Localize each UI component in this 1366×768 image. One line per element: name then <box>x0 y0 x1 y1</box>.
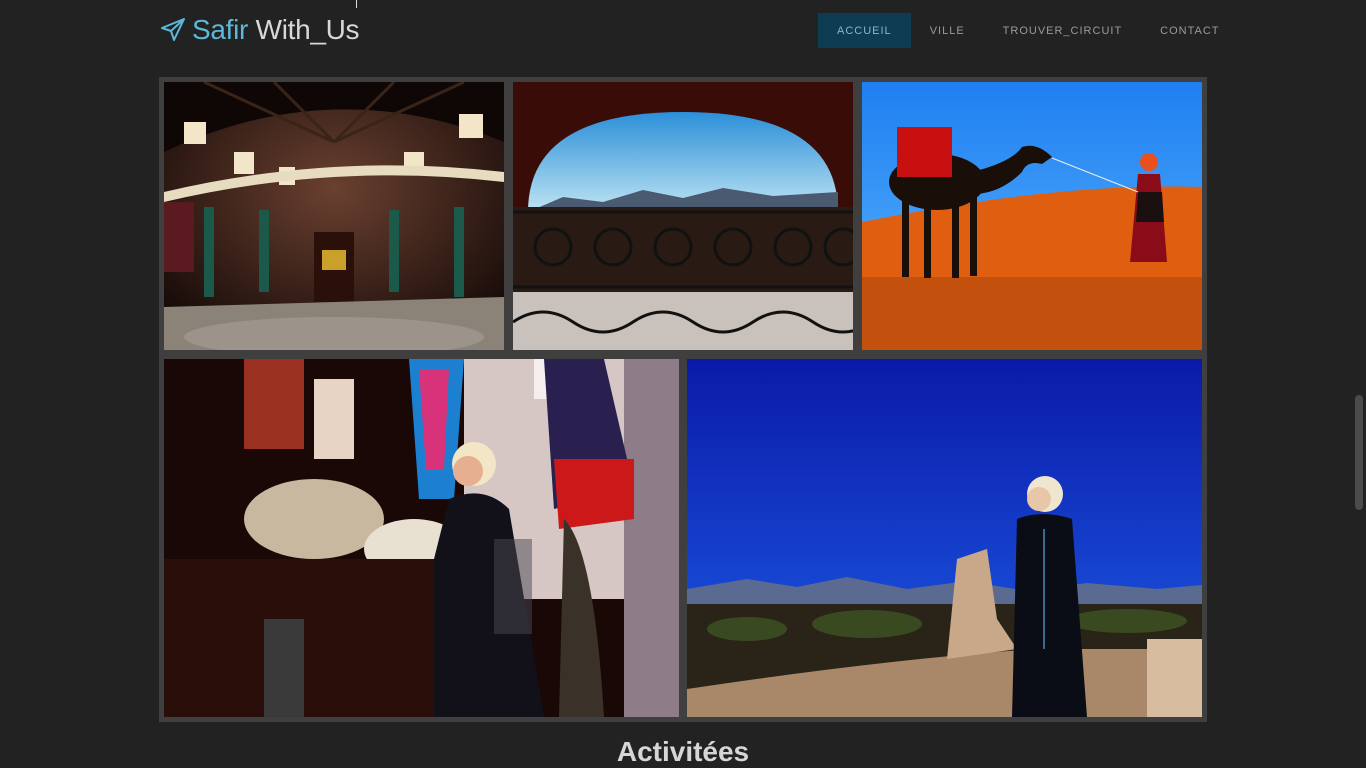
photo-palace-interior[interactable] <box>164 82 504 350</box>
section-heading-activities: Activitées <box>616 736 750 767</box>
nav-item-trouver-circuit[interactable]: TROUVER_CIRCUIT <box>984 13 1142 48</box>
photo-arch-balcony[interactable] <box>513 82 853 350</box>
nav-item-ville[interactable]: VILLE <box>911 13 984 48</box>
photo-market-spices[interactable] <box>164 359 679 717</box>
brand-name-part2: With_Us <box>255 14 360 45</box>
photo-camel-desert[interactable] <box>862 82 1202 350</box>
photo-gallery <box>159 77 1207 722</box>
navbar: Safir With_Us ACCUEIL VILLE TROUVER_CIRC… <box>0 0 1366 60</box>
brand-name-part1: Safir <box>192 14 249 45</box>
main-nav: ACCUEIL VILLE TROUVER_CIRCUIT CONTACT <box>818 13 1239 48</box>
nav-item-accueil[interactable]: ACCUEIL <box>818 13 911 48</box>
scrollbar-track[interactable] <box>1352 0 1366 768</box>
brand-logo-link[interactable]: Safir With_Us <box>160 12 360 48</box>
text-cursor <box>356 0 357 8</box>
nav-item-contact[interactable]: CONTACT <box>1141 13 1238 48</box>
photo-kasbah-view[interactable] <box>687 359 1202 717</box>
paper-plane-icon <box>160 17 186 43</box>
brand-name: Safir With_Us <box>192 14 360 46</box>
page: Safir With_Us ACCUEIL VILLE TROUVER_CIRC… <box>0 0 1366 768</box>
scrollbar-thumb[interactable] <box>1355 395 1363 510</box>
